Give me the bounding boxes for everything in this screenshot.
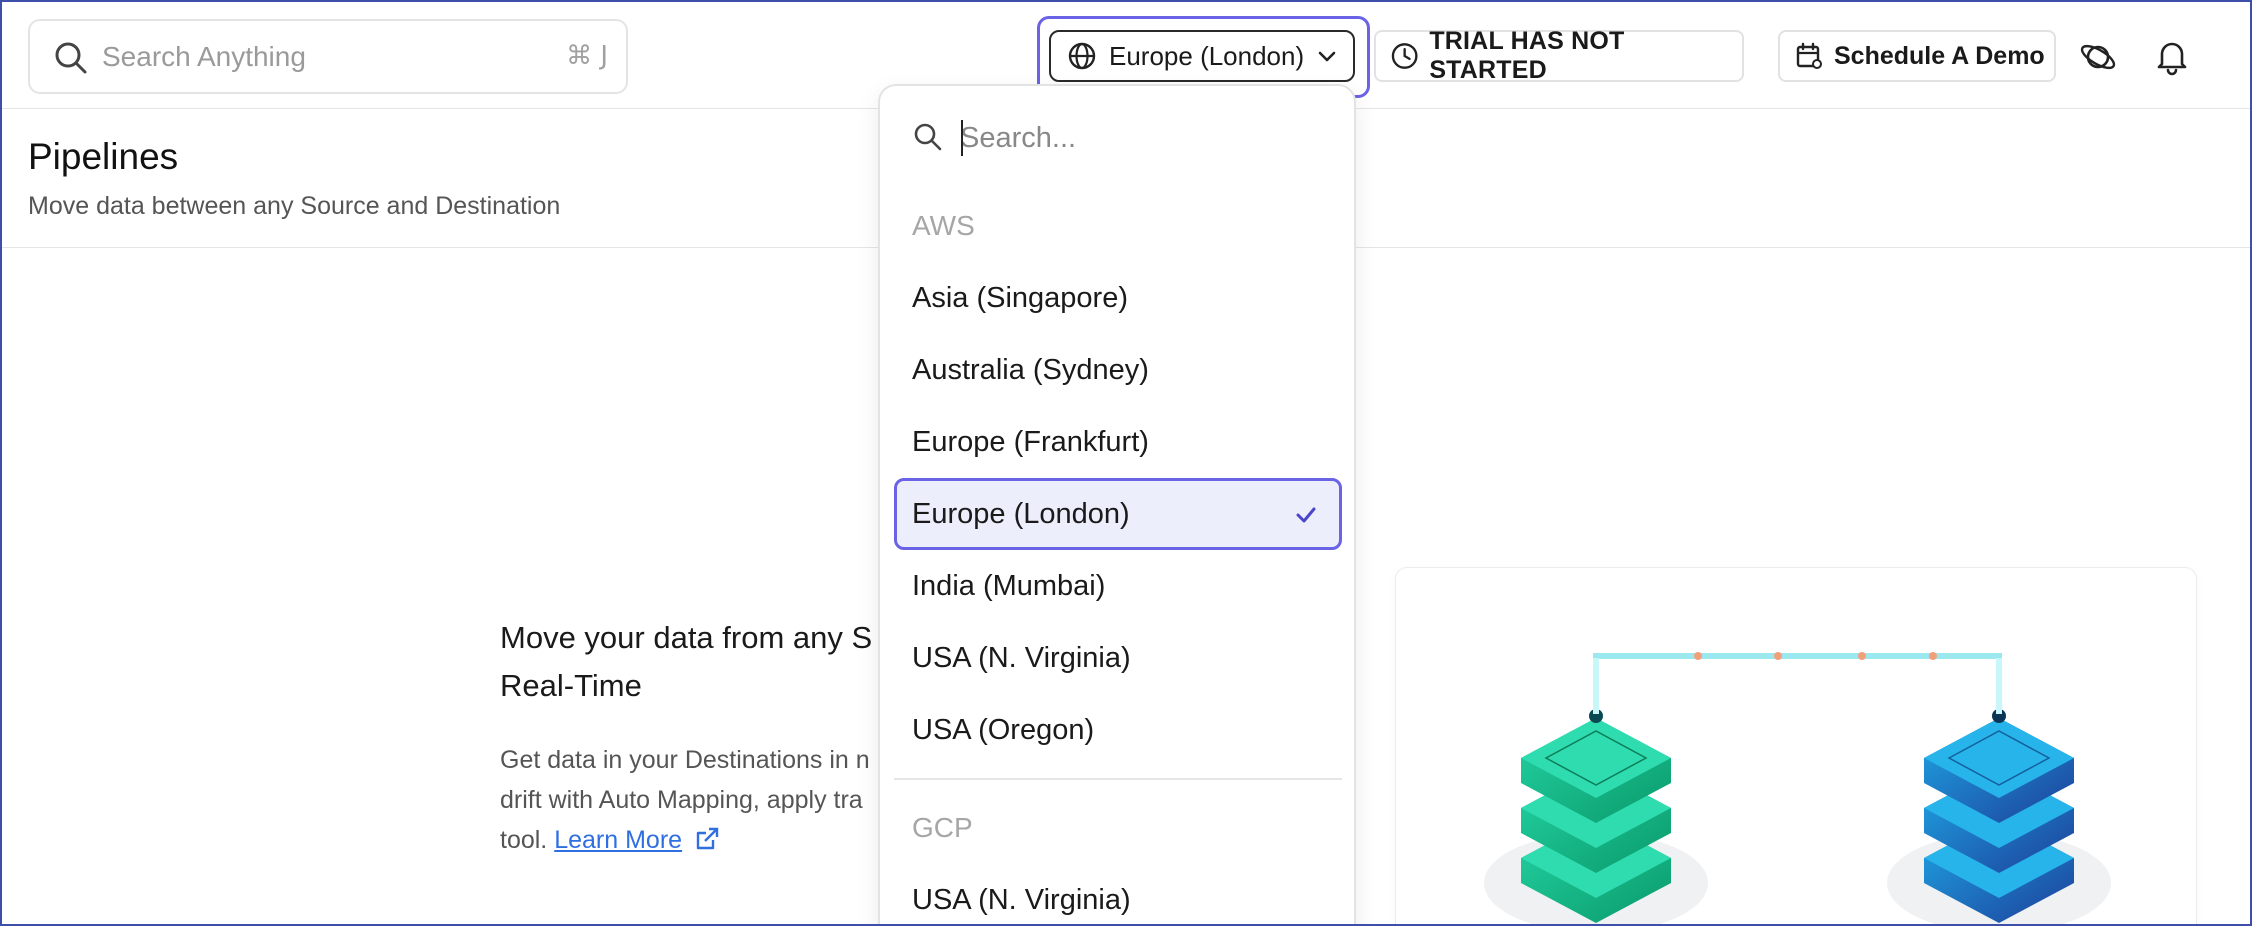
- region-search-input[interactable]: [960, 116, 1330, 160]
- group-label-aws: AWS: [912, 210, 975, 241]
- pipeline-illustration-card: [1395, 567, 2197, 924]
- hero-text-line-1: Get data in your Destinations in n: [500, 746, 870, 774]
- hero-text-line-2: drift with Auto Mapping, apply tra: [500, 786, 863, 814]
- region-option-europe-frankfurt[interactable]: Europe (Frankfurt): [894, 406, 1342, 478]
- destination-server-stack: [1924, 658, 2074, 923]
- bell-icon[interactable]: [2152, 36, 2192, 76]
- region-option-usa-oregon[interactable]: USA (Oregon): [894, 694, 1342, 766]
- region-option-gcp-usa-n-virginia[interactable]: USA (N. Virginia): [894, 864, 1342, 924]
- schedule-demo-label: Schedule A Demo: [1834, 41, 2045, 70]
- text-caret: [961, 120, 963, 156]
- pipeline-illustration: [1484, 652, 2111, 924]
- hero-text-line-3: tool. Learn More: [500, 820, 920, 860]
- globe-icon: [1068, 42, 1096, 70]
- check-icon: [1296, 507, 1316, 523]
- option-label: USA (N. Virginia): [912, 883, 1131, 916]
- clock-icon: [1391, 43, 1418, 69]
- calendar-icon: [1796, 42, 1822, 69]
- option-label: India (Mumbai): [912, 569, 1106, 602]
- region-option-aws-usa-n-virginia[interactable]: USA (N. Virginia): [894, 622, 1342, 694]
- region-option-europe-london[interactable]: Europe (London): [894, 478, 1342, 550]
- schedule-demo-button[interactable]: Schedule A Demo: [1778, 30, 2056, 82]
- region-selector-button[interactable]: Europe (London): [1049, 30, 1355, 82]
- hero-text-line-3-prefix: tool.: [500, 826, 548, 854]
- learn-more-link[interactable]: Learn More: [554, 826, 682, 854]
- hero-description: Get data in your Destinations in n drift…: [500, 740, 920, 860]
- option-label: Europe (London): [912, 497, 1130, 530]
- search-icon: [914, 123, 942, 151]
- group-label-gcp: GCP: [912, 812, 973, 843]
- chevron-down-icon: [1318, 51, 1336, 62]
- search-shortcut: ⌘ J: [566, 41, 608, 71]
- group-divider: [894, 778, 1342, 780]
- region-option-australia-sydney[interactable]: Australia (Sydney): [894, 334, 1342, 406]
- region-selector-label: Europe (London): [1109, 40, 1305, 71]
- search-icon: [55, 42, 87, 74]
- option-label: Australia (Sydney): [912, 353, 1149, 386]
- page-subtitle: Move data between any Source and Destina…: [28, 192, 561, 220]
- option-label: Europe (Frankfurt): [912, 425, 1149, 458]
- option-label: USA (N. Virginia): [912, 641, 1131, 674]
- external-link-icon[interactable]: [693, 825, 721, 853]
- app-frame: Search Anything ⌘ J Europe (London) TRIA…: [0, 0, 2252, 926]
- page-title: Pipelines: [28, 136, 179, 177]
- global-search[interactable]: Search Anything ⌘ J: [28, 19, 628, 94]
- option-label: Asia (Singapore): [912, 281, 1128, 314]
- option-label: USA (Oregon): [912, 713, 1095, 746]
- search-placeholder: Search Anything: [102, 41, 306, 72]
- trial-status-label: TRIAL HAS NOT STARTED: [1429, 27, 1625, 84]
- planet-icon[interactable]: [2078, 37, 2118, 77]
- source-server-stack: [1521, 658, 1671, 923]
- region-option-india-mumbai[interactable]: India (Mumbai): [894, 550, 1342, 622]
- region-dropdown: AWS Asia (Singapore) Australia (Sydney) …: [878, 84, 1356, 924]
- trial-status-button[interactable]: TRIAL HAS NOT STARTED: [1374, 27, 1744, 84]
- region-option-asia-singapore[interactable]: Asia (Singapore): [894, 262, 1342, 334]
